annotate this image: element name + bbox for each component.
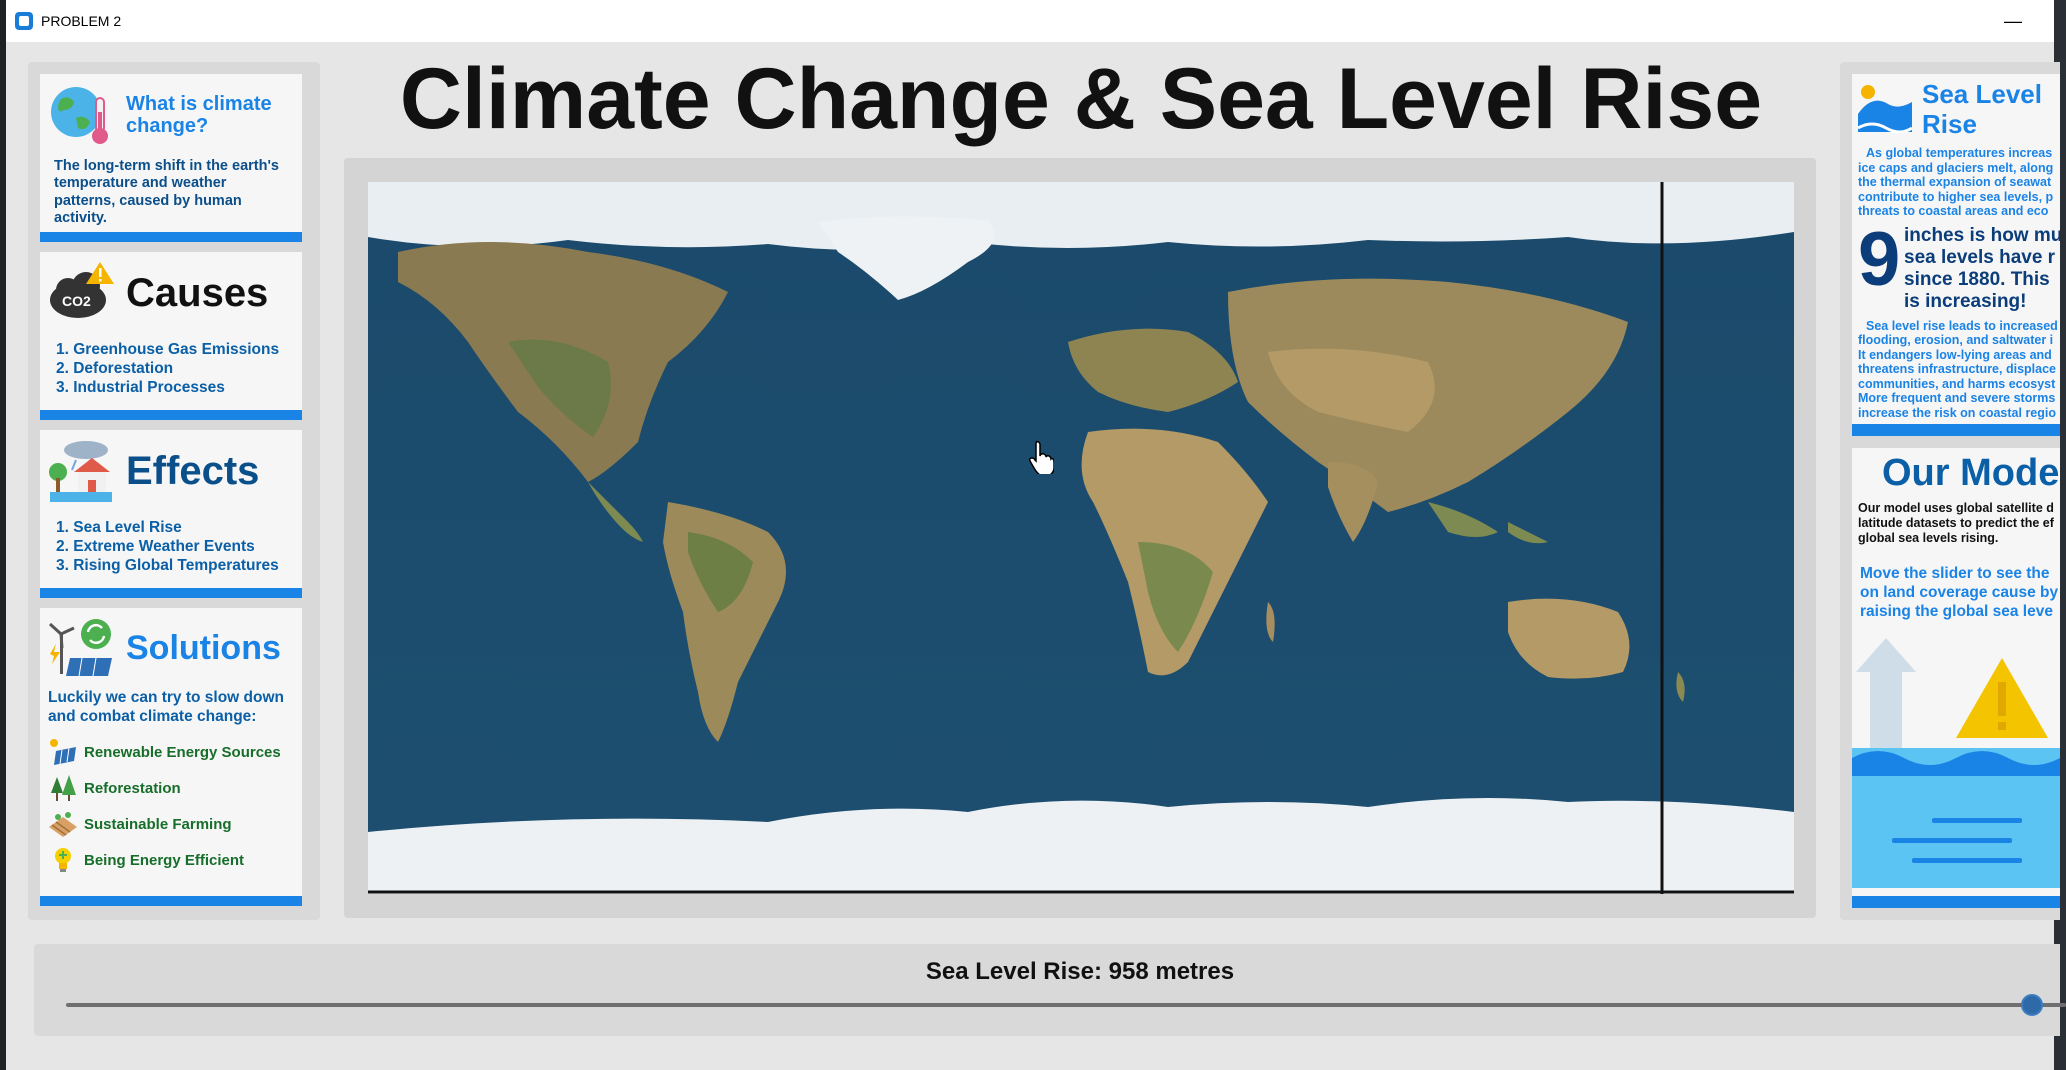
- causes-title: Causes: [126, 271, 269, 315]
- sea-effects-line: It endangers low-lying areas and: [1858, 347, 2052, 362]
- minimize-button[interactable]: —: [1998, 8, 2028, 34]
- solution-label: Sustainable Farming: [84, 815, 232, 833]
- stat-line: inches is how mu: [1904, 224, 2060, 246]
- flooded-house-icon: [49, 441, 112, 502]
- sea-intro-line: the thermal expansion of seawat: [1858, 175, 2052, 189]
- what-title: What is climate change?: [126, 93, 272, 137]
- model-cta-line: raising the global sea leve: [1860, 603, 2053, 620]
- sea-intro-line: contribute to higher sea levels, p: [1858, 189, 2054, 204]
- sea-effects-line: communities, and harms ecosyst: [1858, 376, 2056, 391]
- sea-effects-line: threatens infrastructure, displace: [1858, 362, 2056, 376]
- list-item: 2. Deforestation: [56, 360, 174, 377]
- model-title: Our Mode: [1882, 452, 2060, 494]
- world-map[interactable]: [368, 182, 1794, 894]
- solutions-intro: Luckily we can try to slow down and comb…: [48, 689, 284, 725]
- sea-effects-line: increase the risk on coastal regio: [1858, 405, 2056, 420]
- model-cta-line: on land coverage cause by: [1860, 584, 2059, 601]
- list-item: Reforestation: [48, 770, 296, 806]
- farm-field-icon: [49, 812, 77, 837]
- what-description: The long-term shift in the earth's tempe…: [54, 158, 279, 227]
- stat-number: 9: [1858, 216, 1901, 302]
- wind-solar-icon: [48, 619, 112, 677]
- model-text-line: global sea levels rising.: [1858, 531, 1999, 545]
- right-info-panel: Sea Level Rise As global temperatures in…: [1840, 62, 2060, 920]
- sea-intro-line: ice caps and glaciers melt, along: [1858, 160, 2054, 175]
- model-cta-line: Move the slider to see the: [1860, 565, 2050, 582]
- window-title: PROBLEM 2: [41, 13, 122, 29]
- svg-text:CO2: CO2: [62, 293, 91, 309]
- slider-panel: Sea Level Rise: 958 metres: [34, 944, 2066, 1036]
- card-causes: CO2 Causes 1. Greenhouse Gas Emissions 2…: [40, 252, 302, 420]
- card-our-model: Our Mode Our model uses global satellite…: [1852, 448, 2060, 908]
- model-text-line: Our model uses global satellite d: [1858, 501, 2054, 515]
- app-window: PROBLEM 2 — What is climate change? The …: [0, 0, 2066, 1070]
- solutions-title: Solutions: [126, 629, 281, 668]
- sea-effects-line: Sea level rise leads to increased: [1866, 318, 2058, 333]
- card-solutions: Solutions Luckily we can try to slow dow…: [40, 608, 302, 906]
- card-what-is-climate-change: What is climate change? The long-term sh…: [40, 74, 302, 242]
- list-item: 1. Sea Level Rise: [56, 519, 182, 536]
- solutions-list: Renewable Energy Sources Reforestation S…: [40, 732, 302, 888]
- lightbulb-icon: [55, 848, 71, 872]
- rising-water-warning-icon: [1852, 638, 2060, 888]
- left-info-panel: What is climate change? The long-term sh…: [28, 62, 320, 920]
- list-item: Renewable Energy Sources: [48, 734, 296, 770]
- app-icon: [15, 12, 33, 30]
- sea-effects-line: flooding, erosion, and saltwater i: [1858, 333, 2054, 347]
- solution-label: Renewable Energy Sources: [84, 743, 281, 761]
- list-item: 3. Industrial Processes: [56, 379, 225, 396]
- list-item: 2. Extreme Weather Events: [56, 538, 255, 555]
- title-bar: PROBLEM 2 —: [6, 0, 2054, 42]
- list-item: Being Energy Efficient: [48, 842, 296, 878]
- hand-cursor-icon: [1029, 440, 1054, 474]
- list-item: 3. Rising Global Temperatures: [56, 557, 279, 574]
- slider-thumb[interactable]: [2021, 994, 2043, 1016]
- map-panel: [344, 158, 1816, 918]
- trees-icon: [51, 775, 76, 801]
- solution-label: Reforestation: [84, 779, 181, 797]
- solar-panel-icon: [50, 739, 76, 765]
- effects-list: 1. Sea Level Rise 2. Extreme Weather Eve…: [40, 506, 302, 585]
- effects-title: Effects: [126, 449, 260, 493]
- sea-title-line: Sea Level: [1922, 79, 2042, 109]
- list-item: 1. Greenhouse Gas Emissions: [56, 341, 280, 358]
- sea-level-readout: Sea Level Rise: 958 metres: [925, 958, 1235, 985]
- sea-level-stat: 9 inches is how mu sea levels have r sin…: [1852, 219, 2060, 319]
- sea-intro-line: As global temperatures increas: [1866, 146, 2053, 160]
- list-item: Sustainable Farming: [48, 806, 296, 842]
- stat-line: sea levels have r: [1904, 246, 2056, 268]
- sea-effects-line: More frequent and severe storms: [1858, 391, 2056, 405]
- card-effects: Effects 1. Sea Level Rise 2. Extreme Wea…: [40, 430, 302, 598]
- sea-title-line: Rise: [1922, 109, 1977, 139]
- co2-cloud-icon: CO2: [50, 262, 114, 318]
- wave-sun-icon: [1857, 85, 1913, 134]
- causes-list: 1. Greenhouse Gas Emissions 2. Deforesta…: [40, 328, 302, 407]
- model-text-line: latitude datasets to predict the ef: [1858, 516, 2054, 530]
- stat-line: is increasing!: [1904, 290, 2027, 312]
- page-title: Climate Change & Sea Level Rise: [399, 51, 1763, 147]
- earth-thermometer-icon: [51, 87, 108, 144]
- solution-label: Being Energy Efficient: [84, 851, 245, 869]
- stat-line: since 1880. This: [1904, 268, 2050, 290]
- card-sea-level-rise: Sea Level Rise As global temperatures in…: [1852, 74, 2060, 436]
- sea-level-slider[interactable]: [66, 994, 2066, 1016]
